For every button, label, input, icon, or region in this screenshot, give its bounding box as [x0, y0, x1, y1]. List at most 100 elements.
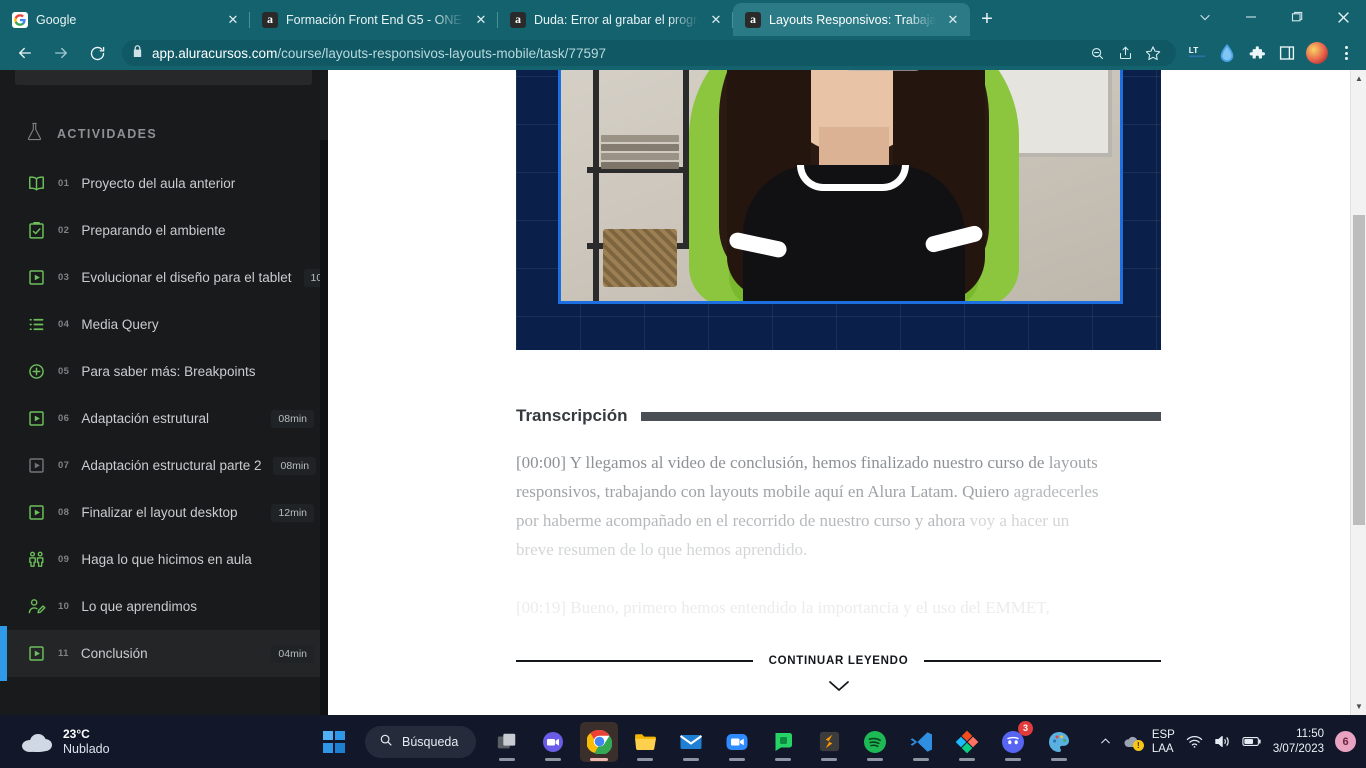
notification-count-badge[interactable]: 6: [1335, 731, 1356, 752]
chevron-up-icon[interactable]: [1099, 735, 1112, 748]
sublime-text-icon[interactable]: [810, 722, 848, 762]
taskbar-search[interactable]: Búsqueda: [365, 725, 477, 758]
windows-logo-icon[interactable]: [323, 730, 345, 753]
scroll-down-arrow[interactable]: ▼: [1351, 698, 1366, 715]
sidebar-item-03[interactable]: 03 Evolucionar el diseño para el tablet …: [0, 254, 347, 301]
transcription-paragraph-1: [00:00] Y llegamos al video de conclusió…: [516, 448, 1108, 564]
back-icon[interactable]: [8, 38, 42, 68]
zoom-out-icon[interactable]: [1084, 40, 1110, 66]
close-icon[interactable]: ✕: [224, 11, 242, 29]
sidebar-item-05[interactable]: 05 Para saber más: Breakpoints: [0, 348, 328, 395]
forward-icon[interactable]: [44, 38, 78, 68]
clipboard-check-icon: [26, 221, 46, 241]
page-scrollbar[interactable]: ▲ ▼: [1350, 70, 1366, 715]
minimize-button[interactable]: [1228, 0, 1274, 34]
browser-tab-layouts-responsivos[interactable]: a Layouts Responsivos: Trabajando ✕: [733, 3, 970, 36]
sidebar-item-duration: 12min: [271, 503, 314, 522]
chat-video-icon[interactable]: [534, 722, 572, 762]
chevron-down-icon[interactable]: [516, 678, 1161, 694]
onedrive-warning-icon[interactable]: !: [1123, 735, 1144, 751]
plus-circle-icon: [26, 362, 46, 382]
spotify-icon[interactable]: [856, 722, 894, 762]
avatar[interactable]: [1304, 40, 1330, 66]
discord-icon[interactable]: 3: [994, 720, 1033, 762]
book-icon: [26, 174, 46, 194]
video-icon: [26, 268, 46, 288]
zoom-app-icon[interactable]: [718, 722, 756, 762]
extensions-row: LT: [1184, 40, 1358, 66]
sidebar-item-04[interactable]: 04 Media Query: [0, 301, 328, 348]
continue-reading-divider[interactable]: CONTINUAR LEYENDO: [516, 655, 1161, 667]
scroll-up-arrow[interactable]: ▲: [1351, 70, 1366, 87]
battery-icon[interactable]: [1242, 735, 1262, 748]
sidebar-item-label: Evolucionar el diseño para el tablet: [81, 270, 292, 285]
sidebar-item-label: Conclusión: [80, 646, 148, 661]
sidebar-item-11-conclusion[interactable]: 11 Conclusión 04min: [0, 626, 328, 681]
sidebar-item-label: Haga lo que hicimos en aula: [81, 552, 252, 567]
sidebar-item-01[interactable]: 01 Proyecto del aula anterior: [0, 160, 328, 207]
sidebar-item-label: Para saber más: Breakpoints: [81, 364, 256, 379]
mail-icon[interactable]: [672, 722, 710, 762]
file-explorer-icon[interactable]: [626, 722, 664, 762]
figma-icon[interactable]: [948, 722, 986, 762]
course-sidebar: ACTIVIDADES 01 Proyecto del aula anterio…: [0, 70, 347, 715]
sidebar-item-number: 07: [58, 460, 70, 471]
new-tab-button[interactable]: +: [970, 3, 1004, 36]
weather-temperature: 23°C: [63, 726, 90, 741]
tab-search-icon[interactable]: [1182, 0, 1228, 34]
close-icon[interactable]: ✕: [944, 11, 962, 29]
address-bar[interactable]: app.aluracursos.com/course/layouts-respo…: [122, 40, 1176, 66]
browser-tab-duda[interactable]: a Duda: Error al grabar el progreso ✕: [498, 3, 733, 36]
whatsapp-icon[interactable]: [764, 722, 802, 762]
reload-icon[interactable]: [80, 38, 114, 68]
maximize-button[interactable]: [1274, 0, 1320, 34]
system-tray: ! ESP LAA 11:50 3/07/2023 6: [1099, 715, 1356, 768]
water-drop-extension-icon[interactable]: [1214, 40, 1240, 66]
sidebar-item-number: 09: [58, 554, 70, 565]
window-controls: [1182, 0, 1366, 34]
sidebar-scrollbar[interactable]: [320, 140, 328, 715]
volume-icon[interactable]: [1214, 734, 1231, 749]
active-item-indicator: [0, 626, 7, 681]
task-view-icon[interactable]: [488, 722, 526, 762]
share-icon[interactable]: [1112, 40, 1138, 66]
close-window-button[interactable]: [1320, 0, 1366, 34]
language-indicator[interactable]: ESP LAA: [1152, 728, 1175, 756]
sidebar-item-06[interactable]: 06 Adaptación estrutural 08min: [0, 395, 328, 442]
url-domain: app.aluracursos.com: [152, 45, 278, 61]
sidebar-item-02[interactable]: 02 Preparando el ambiente: [0, 207, 328, 254]
browser-tab-google[interactable]: Google ✕: [0, 3, 250, 36]
sidebar-item-number: 02: [58, 225, 70, 236]
video-icon: [26, 644, 46, 664]
weather-widget[interactable]: 23°C Nublado: [22, 715, 110, 768]
clock-date: 3/07/2023: [1272, 742, 1324, 755]
scrollbar-thumb[interactable]: [1353, 215, 1365, 525]
wifi-icon[interactable]: [1186, 734, 1203, 749]
taskbar-clock[interactable]: 11:50 3/07/2023: [1273, 727, 1324, 757]
sidebar-item-duration: 08min: [273, 456, 317, 475]
languagetool-extension-icon[interactable]: LT: [1184, 40, 1210, 66]
close-icon[interactable]: ✕: [707, 11, 725, 29]
paint-icon[interactable]: [1040, 722, 1078, 762]
tab-strip: Google ✕ a Formación Front End G5 - ONE …: [0, 0, 1366, 36]
sidebar-item-duration: 04min: [271, 644, 314, 663]
sidepanel-icon[interactable]: [1274, 40, 1300, 66]
star-icon[interactable]: [1140, 40, 1166, 66]
sidebar-item-09[interactable]: 09 Haga lo que hicimos en aula: [0, 536, 328, 583]
kebab-menu-icon[interactable]: [1334, 40, 1358, 66]
transcription-paragraph-2: [00:19] Bueno, primero hemos entendido l…: [516, 598, 1050, 617]
sidebar-item-07[interactable]: 07 Adaptación estructural parte 2 08min: [0, 442, 328, 489]
sidebar-item-08[interactable]: 08 Finalizar el layout desktop 12min: [0, 489, 328, 536]
video-player[interactable]: [516, 70, 1161, 350]
sidebar-item-10[interactable]: 10 Lo que aprendimos: [0, 583, 328, 630]
chrome-icon[interactable]: [580, 721, 618, 762]
lesson-content: Transcripción [00:00] Y llegamos al vide…: [328, 70, 1366, 715]
taskbar-search-label: Búsqueda: [402, 734, 459, 749]
play-icon[interactable]: [843, 70, 923, 71]
transcription-divider-bar: [641, 411, 1161, 421]
puzzle-extensions-icon[interactable]: [1244, 40, 1270, 66]
vscode-icon[interactable]: [902, 722, 940, 762]
browser-tab-formacion[interactable]: a Formación Front End G5 - ONE | ✕: [250, 3, 498, 36]
omnibox-actions: [1084, 40, 1166, 66]
close-icon[interactable]: ✕: [472, 11, 490, 29]
